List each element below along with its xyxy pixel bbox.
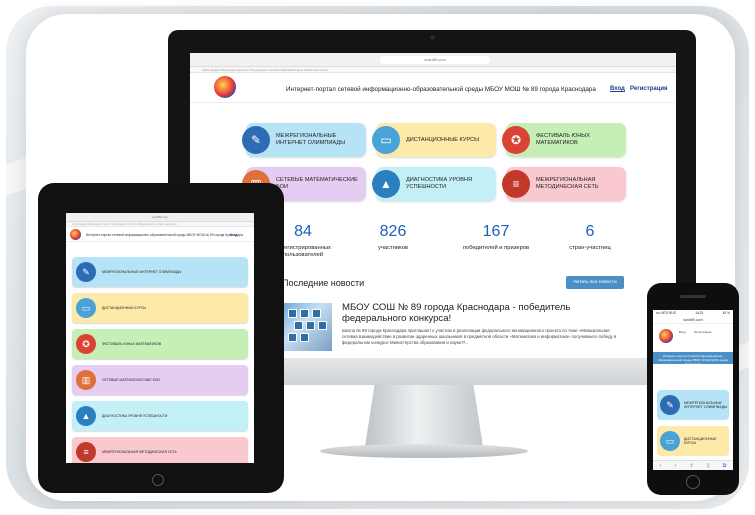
tile-label: Сетевые математические бои: [102, 378, 160, 382]
laptop-icon: ▭: [660, 431, 680, 451]
medal-icon: ✪: [76, 334, 96, 354]
stat-number: 167: [482, 223, 510, 240]
back-icon[interactable]: ‹: [660, 463, 662, 469]
stat-countries: 6 стран-участниц: [550, 223, 630, 252]
tile-olympiads[interactable]: ✎ Межрегиональные интернет олимпиады: [657, 390, 729, 420]
home-button[interactable]: [152, 474, 164, 486]
news-title[interactable]: МБОУ СОШ № 89 города Краснодара - победи…: [342, 302, 622, 324]
tile-label: Фестиваль юных математиков: [536, 133, 590, 146]
tile-olympiads[interactable]: ✎ Межрегиональные интернет олимпиады: [242, 123, 366, 157]
battery: 62 %: [722, 311, 730, 315]
tile-label: Межрегиональные интернет олимпиады: [276, 133, 346, 146]
stat-caption: победителей и призеров: [462, 245, 530, 251]
login-link[interactable]: Вход: [679, 330, 686, 334]
site-title: Интернет-портал сетевой информационно-об…: [286, 86, 596, 93]
register-link[interactable]: Регистрация: [694, 330, 711, 334]
stat-participants: 826 участников: [358, 223, 428, 252]
browser-toolbar: sosh89.com: [190, 53, 676, 67]
home-button[interactable]: [686, 475, 700, 489]
tools-icon: ✎: [242, 126, 270, 154]
books-icon: ≡: [502, 170, 530, 198]
tablet-screen: sosh89.com Apple Яндекс Википедия Новост…: [66, 213, 254, 463]
tile-distance-courses[interactable]: ▭ Дистанционные курсы: [372, 123, 496, 157]
tile-diagnostics[interactable]: ▲ Диагностика уровня успешности: [372, 167, 496, 201]
phone-title-banner: Интернет-портал сетевой информационно-об…: [653, 352, 733, 366]
monitor-base: [320, 444, 528, 458]
tile-label: Дистанционные курсы: [684, 436, 717, 446]
tile-label: Межрегиональная методическая сеть: [102, 450, 177, 454]
school-logo[interactable]: [214, 76, 236, 98]
tools-icon: ✎: [76, 262, 96, 282]
tile-diagnostics[interactable]: ▲ Диагностика уровня успешности: [72, 401, 248, 431]
tile-label: Диагностика уровня успешности: [102, 414, 168, 418]
tile-distance-courses[interactable]: ▭ Дистанционные курсы: [657, 426, 729, 456]
tile-label: Межрегиональная методическая сеть: [536, 177, 599, 190]
tile-label: Сетевые математические бои: [276, 177, 358, 190]
site-header: Интернет-портал сетевой информационно-об…: [190, 73, 676, 103]
graduation-cap-icon: ▲: [76, 406, 96, 426]
forward-icon[interactable]: ›: [675, 463, 677, 469]
school-logo[interactable]: [659, 329, 673, 343]
camera-icon: [430, 35, 435, 40]
tile-math-festival[interactable]: ✪ Фестиваль юных математиков: [72, 329, 248, 359]
school-logo[interactable]: [70, 229, 81, 240]
clock: 14:23: [695, 311, 704, 315]
login-link[interactable]: Вход: [610, 86, 625, 92]
address-bar[interactable]: sosh89.com: [380, 56, 490, 64]
site-title: Интернет-портал сетевой информационно-об…: [86, 233, 243, 237]
bookmarks-icon[interactable]: ▯: [707, 463, 710, 469]
safari-toolbar: ‹ › ⇪ ▯ ⧉: [653, 460, 733, 470]
laptop-icon: ▭: [372, 126, 400, 154]
graduation-cap-icon: ▲: [372, 170, 400, 198]
laptop-icon: ▭: [76, 298, 96, 318]
tabs-icon[interactable]: ⧉: [723, 463, 727, 469]
carrier: •••• MTS RUS: [656, 311, 676, 315]
tile-distance-courses[interactable]: ▭ Дистанционные курсы: [72, 293, 248, 323]
tile-math-festival[interactable]: ✪ Фестиваль юных математиков: [502, 123, 626, 157]
phone-address-bar[interactable]: sosh89.com: [653, 316, 733, 324]
phone-header: Вход Регистрация: [653, 324, 733, 352]
tile-label: Фестиваль юных математиков: [102, 342, 161, 346]
share-icon[interactable]: ⇪: [689, 463, 693, 469]
stat-caption: стран-участниц: [569, 245, 611, 251]
medal-icon: ✪: [502, 126, 530, 154]
phone-screen: •••• MTS RUS 14:23 62 % sosh89.com Вход …: [653, 310, 733, 470]
chart-icon: ▥: [76, 370, 96, 390]
tools-icon: ✎: [660, 395, 680, 415]
tile-method-network[interactable]: ≡ Межрегиональная методическая сеть: [72, 437, 248, 463]
tile-olympiads[interactable]: ✎ Межрегиональные интернет олимпиады: [72, 257, 248, 287]
tablet-header: Интернет-портал сетевой информационно-об…: [66, 227, 254, 242]
stat-number: 6: [585, 223, 595, 240]
tile-label: Дистанционные курсы: [102, 306, 147, 310]
tablet-address-bar[interactable]: sosh89.com: [66, 213, 254, 222]
stat-caption: участников: [377, 245, 409, 251]
tile-label: Межрегиональные интернет олимпиады: [102, 270, 182, 274]
stat-number: 826: [379, 223, 407, 240]
tile-math-battles[interactable]: ▥ Сетевые математические бои: [72, 365, 248, 395]
tile-label: Диагностика уровня успешности: [406, 177, 473, 190]
books-icon: ≡: [76, 442, 96, 462]
tile-label: Межрегиональные интернет олимпиады: [684, 400, 728, 410]
news-excerpt: Школа № 89 города Краснодара приглашает …: [342, 328, 617, 345]
monitor-stand: [365, 385, 483, 447]
stat-winners: 167 победителей и призеров: [446, 223, 546, 252]
login-link[interactable]: Вход: [230, 233, 237, 237]
register-link[interactable]: Регистрация: [630, 86, 668, 92]
all-news-button[interactable]: Читать все новости: [566, 276, 624, 289]
tile-method-network[interactable]: ≡ Межрегиональная методическая сеть: [502, 167, 626, 201]
speaker-grille: [680, 295, 706, 298]
news-heading: Последние новости: [282, 278, 365, 288]
tile-label: Дистанционные курсы: [406, 136, 480, 143]
news-thumbnail[interactable]: [284, 303, 332, 351]
